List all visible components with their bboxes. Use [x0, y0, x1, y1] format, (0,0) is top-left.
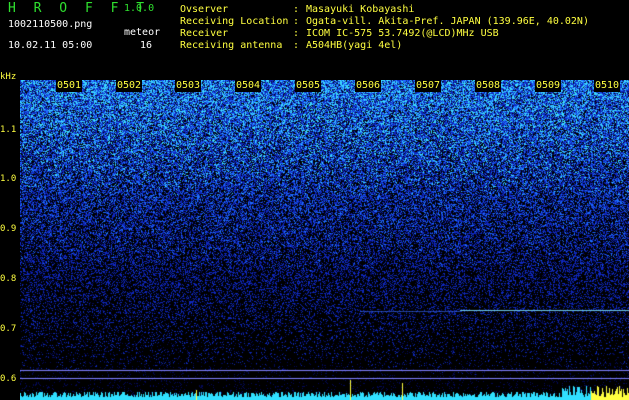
time-tick-label: 0501: [56, 80, 83, 92]
image-filename: 1002110500.png: [8, 19, 93, 30]
freq-tick-label: 0.7: [0, 324, 17, 334]
info-value: ICOM IC-575 53.7492(@LCD)MHz USB: [306, 28, 499, 39]
info-separator: :: [293, 4, 300, 15]
time-axis: 0501 0502 0503 0504 0505 0506 0507 0508 …: [0, 80, 629, 92]
freq-tick-label: 0.6: [0, 374, 17, 384]
info-label: Receiving Location: [180, 16, 289, 27]
time-tick-label: 0507: [415, 80, 442, 92]
capture-datetime: 10.02.11 05:00: [8, 40, 93, 51]
freq-tick-label: 0.8: [0, 274, 17, 284]
meteor-count-value: 16: [140, 40, 153, 51]
info-label: Ovserver: [180, 4, 229, 15]
info-separator: :: [293, 16, 300, 27]
info-label: Receiver: [180, 28, 229, 39]
info-label: Receiving antenna: [180, 40, 283, 51]
freq-tick-label: 1.1: [0, 125, 17, 135]
info-separator: :: [293, 40, 300, 51]
freq-tick-label: 1.0: [0, 174, 17, 184]
info-value: Ogata-vill. Akita-Pref. JAPAN (139.96E, …: [306, 16, 589, 27]
time-tick-label: 0509: [535, 80, 562, 92]
info-value: A504HB(yagi 4el): [306, 40, 403, 51]
meteor-count-label: meteor: [124, 27, 161, 38]
app-version: 1.0.0: [124, 3, 155, 14]
freq-tick-label: 0.9: [0, 224, 17, 234]
time-tick-label: 0503: [175, 80, 202, 92]
time-tick-label: 0508: [475, 80, 502, 92]
info-separator: :: [293, 28, 300, 39]
time-tick-label: 0510: [594, 80, 621, 92]
spectrogram: [20, 80, 629, 400]
time-tick-label: 0506: [355, 80, 382, 92]
frequency-axis: kHz 1.1 1.0 0.9 0.8 0.7 0.6: [0, 0, 20, 400]
hrofft-window: H R O F F T 1.0.0 1002110500.png 10.02.1…: [0, 0, 629, 400]
time-tick-label: 0505: [295, 80, 322, 92]
info-value: Masayuki Kobayashi: [306, 4, 415, 15]
time-tick-label: 0504: [235, 80, 262, 92]
time-tick-label: 0502: [116, 80, 143, 92]
